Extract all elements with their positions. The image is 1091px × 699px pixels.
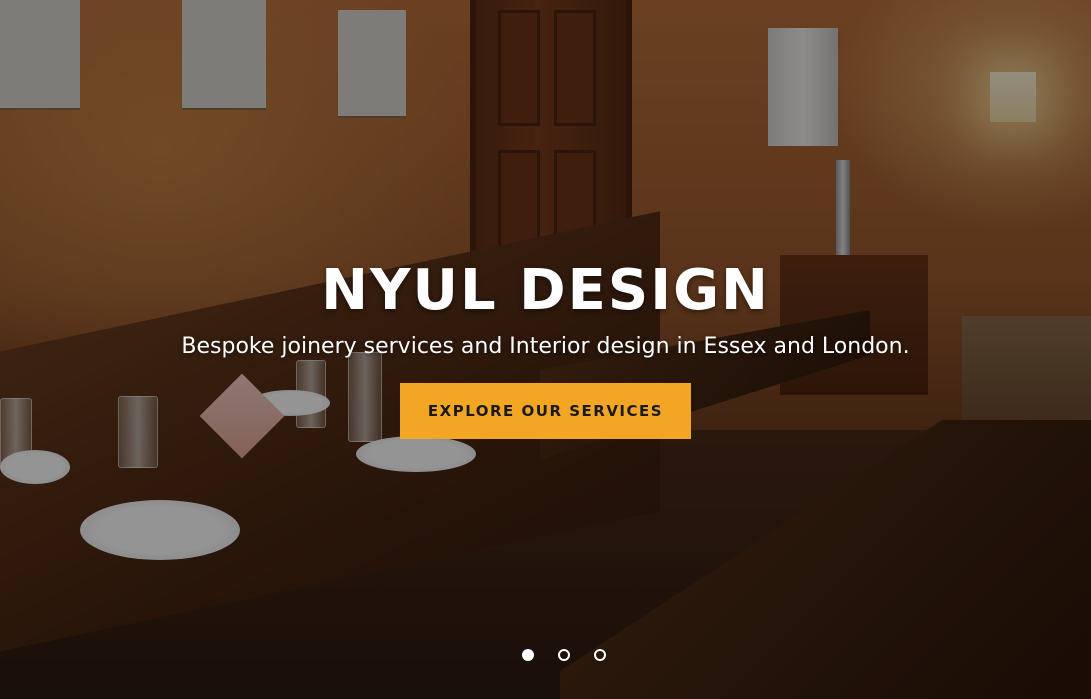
hero-title: NYUL DESIGN (321, 258, 770, 323)
hero-subtitle: Bespoke joinery services and Interior de… (181, 334, 910, 359)
explore-services-button[interactable]: EXPLORE OUR SERVICES (400, 383, 691, 439)
slide-dot-2[interactable] (557, 649, 570, 661)
slide-dot-1[interactable] (521, 649, 534, 661)
hero-slider: NYUL DESIGN Bespoke joinery services and… (0, 0, 1091, 699)
slider-pagination (36, 649, 1091, 661)
slide-dot-3[interactable] (593, 649, 606, 661)
hero-content: NYUL DESIGN Bespoke joinery services and… (0, 256, 1091, 439)
